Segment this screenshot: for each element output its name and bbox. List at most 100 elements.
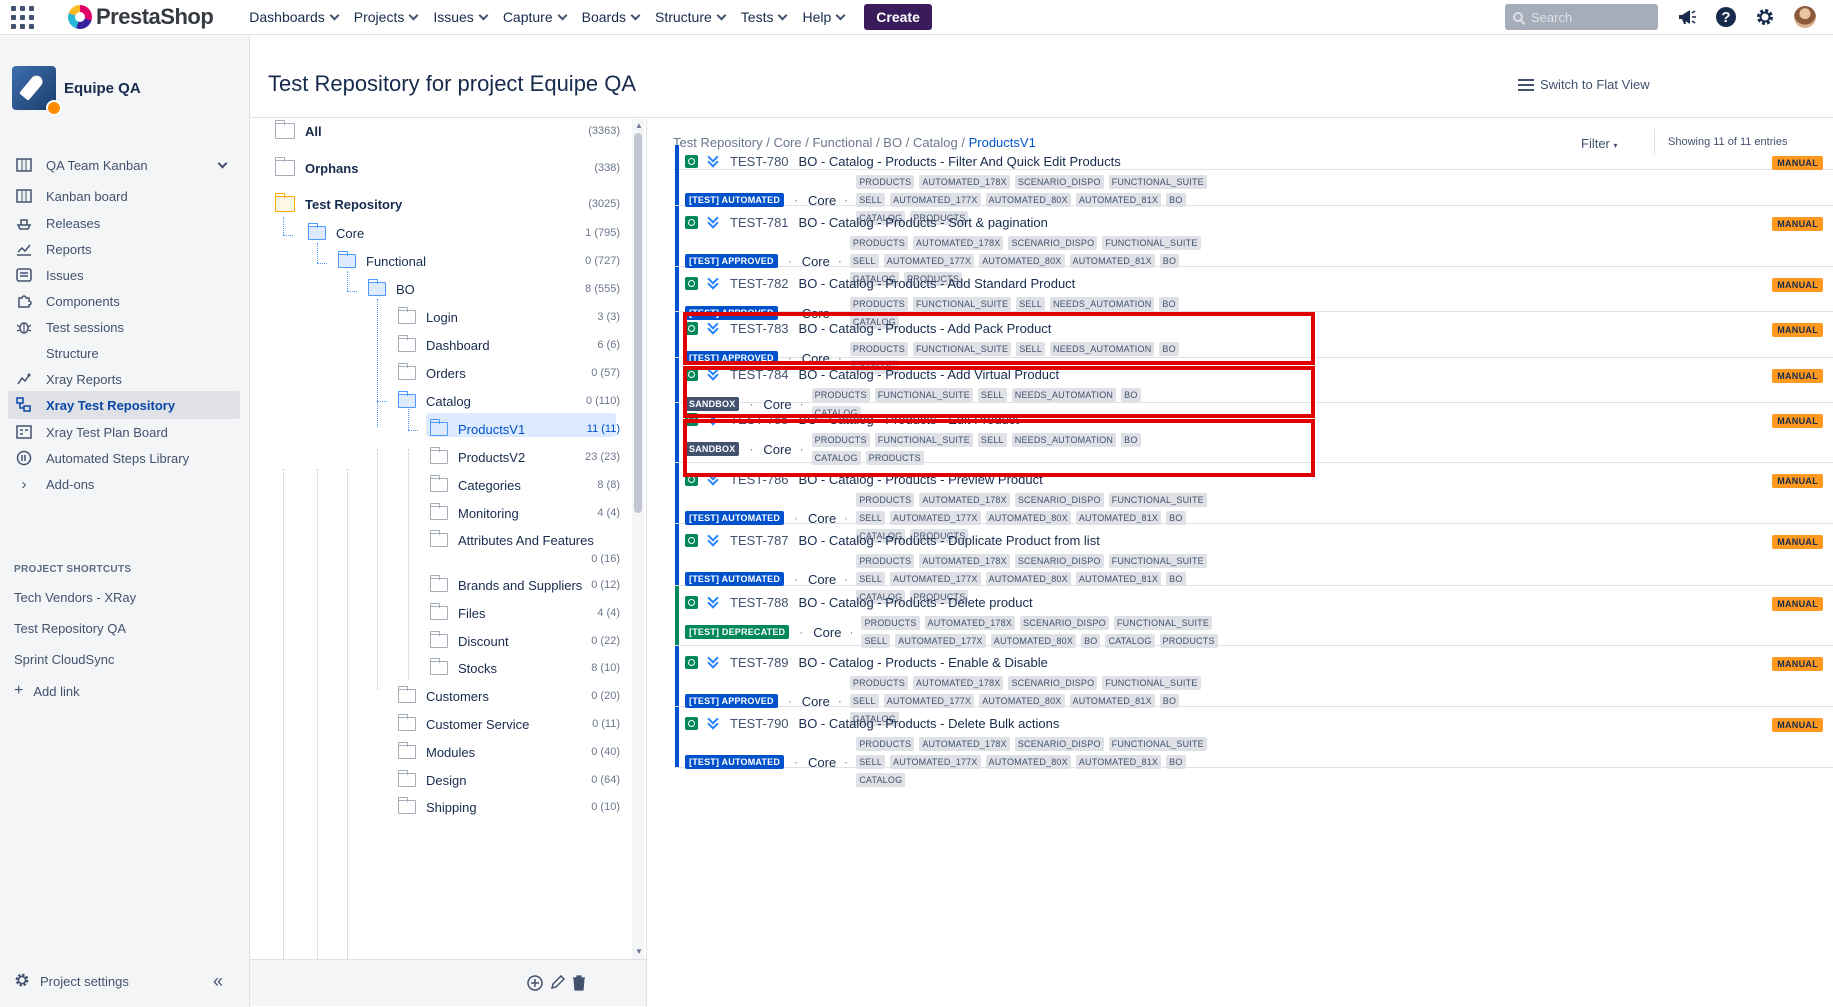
tree-folder-functional[interactable]: Functional: [337, 248, 426, 274]
sidebar-item-issues[interactable]: Issues: [8, 261, 240, 289]
tree-folder-shipping[interactable]: Shipping: [397, 794, 477, 820]
project-header[interactable]: Equipe QA: [12, 66, 141, 116]
tree-folder-productsv1[interactable]: ProductsV1: [429, 416, 525, 442]
label-tag[interactable]: PRODUCTS: [856, 493, 915, 507]
test-entry-row[interactable]: TEST-789 BO - Catalog - Products - Enable…: [675, 646, 1833, 726]
switch-to-flat-view-button[interactable]: Switch to Flat View: [1518, 77, 1650, 92]
megaphone-icon[interactable]: [1675, 5, 1699, 29]
menu-projects[interactable]: Projects: [354, 9, 419, 25]
label-tag[interactable]: PRODUCTS: [856, 737, 915, 751]
sidebar-item-kanban-board[interactable]: Kanban board: [8, 182, 240, 210]
label-tag[interactable]: BO: [1166, 572, 1186, 586]
label-tag[interactable]: AUTOMATED_177X: [890, 511, 981, 525]
test-entry-row[interactable]: TEST-790 BO - Catalog - Products - Delete…: [675, 707, 1833, 787]
sidebar-item-automated-steps-library[interactable]: Automated Steps Library: [8, 444, 240, 472]
label-tag[interactable]: SELL: [856, 755, 886, 769]
test-key[interactable]: TEST-789: [730, 655, 789, 670]
label-tag[interactable]: SCENARIO_DISPO: [1014, 737, 1104, 751]
label-tag[interactable]: AUTOMATED_81X: [1075, 193, 1162, 207]
edit-pencil-icon[interactable]: [548, 974, 566, 992]
label-tag[interactable]: SELL: [849, 694, 879, 708]
label-tag[interactable]: NEEDS_AUTOMATION: [1050, 297, 1155, 311]
sidebar-item-qa-team-kanban[interactable]: QA Team Kanban: [8, 151, 240, 179]
label-tag[interactable]: FUNCTIONAL_SUITE: [1108, 737, 1207, 751]
label-tag[interactable]: PRODUCTS: [849, 236, 908, 250]
sidebar-item-components[interactable]: Components: [8, 287, 240, 315]
label-tag[interactable]: AUTOMATED_177X: [890, 193, 981, 207]
label-tag[interactable]: SCENARIO_DISPO: [1014, 554, 1104, 568]
sidebar-item-structure[interactable]: Structure: [8, 339, 240, 367]
test-key[interactable]: TEST-788: [730, 595, 789, 610]
label-tag[interactable]: AUTOMATED_178X: [919, 175, 1010, 189]
sidebar-item-add-ons[interactable]: › Add-ons: [8, 470, 240, 498]
label-tag[interactable]: FUNCTIONAL_SUITE: [1102, 676, 1201, 690]
shortcut-link[interactable]: Tech Vendors - XRay: [14, 590, 136, 605]
label-tag[interactable]: SCENARIO_DISPO: [1008, 676, 1098, 690]
settings-gear-icon[interactable]: [1753, 5, 1777, 29]
tree-folder-orphans[interactable]: Orphans: [274, 155, 358, 181]
tree-folder-stocks[interactable]: Stocks: [429, 655, 497, 681]
tree-folder-test-repository[interactable]: Test Repository: [274, 191, 402, 217]
create-button[interactable]: Create: [864, 4, 932, 30]
label-tag[interactable]: AUTOMATED_80X: [985, 572, 1071, 586]
tree-folder-modules[interactable]: Modules: [397, 739, 475, 765]
component-name[interactable]: Core: [813, 625, 841, 640]
test-summary[interactable]: BO - Catalog - Products - Delete Bulk ac…: [799, 716, 1060, 731]
label-tag[interactable]: AUTOMATED_81X: [1075, 755, 1162, 769]
label-tag[interactable]: BO: [1166, 193, 1186, 207]
menu-tests[interactable]: Tests: [741, 9, 788, 25]
label-tag[interactable]: AUTOMATED_178X: [919, 737, 1010, 751]
test-entry-row[interactable]: TEST-788 BO - Catalog - Products - Delete…: [675, 586, 1833, 648]
test-entry-row[interactable]: TEST-787 BO - Catalog - Products - Duplic…: [675, 524, 1833, 604]
label-tag[interactable]: AUTOMATED_81X: [1069, 694, 1155, 708]
tree-folder-core[interactable]: Core: [307, 220, 364, 246]
test-summary[interactable]: BO - Catalog - Products - Filter And Qui…: [799, 154, 1121, 169]
label-tag[interactable]: FUNCTIONAL_SUITE: [1102, 236, 1201, 250]
sidebar-item-xray-test-repository[interactable]: Xray Test Repository: [8, 391, 240, 419]
prestashop-logo[interactable]: PrestaShop: [68, 0, 214, 35]
label-tag[interactable]: BO: [1159, 297, 1179, 311]
label-tag[interactable]: FUNCTIONAL_SUITE: [912, 297, 1012, 311]
label-tag[interactable]: SCENARIO_DISPO: [1008, 236, 1098, 250]
test-summary[interactable]: BO - Catalog - Products - Add Standard P…: [799, 276, 1076, 291]
test-key[interactable]: TEST-780: [730, 154, 789, 169]
label-tag[interactable]: AUTOMATED_80X: [985, 193, 1071, 207]
menu-help[interactable]: Help: [802, 9, 846, 25]
label-tag[interactable]: AUTOMATED_80X: [979, 254, 1065, 268]
search-box[interactable]: [1505, 4, 1658, 30]
tree-folder-files[interactable]: Files: [429, 600, 485, 626]
menu-boards[interactable]: Boards: [582, 9, 641, 25]
scroll-down-arrow-icon[interactable]: ▼: [635, 947, 643, 956]
label-tag[interactable]: FUNCTIONAL_SUITE: [1108, 175, 1207, 189]
label-tag[interactable]: AUTOMATED_80X: [985, 755, 1071, 769]
label-tag[interactable]: SCENARIO_DISPO: [1020, 616, 1109, 630]
menu-structure[interactable]: Structure: [655, 9, 727, 25]
tree-folder-monitoring[interactable]: Monitoring: [429, 500, 519, 526]
app-switcher-icon[interactable]: [11, 5, 35, 29]
label-tag[interactable]: AUTOMATED_178X: [924, 616, 1016, 630]
sidebar-item-xray-reports[interactable]: Xray Reports: [8, 365, 240, 393]
sidebar-item-xray-test-plan-board[interactable]: Xray Test Plan Board: [8, 418, 240, 446]
label-tag[interactable]: AUTOMATED_178X: [912, 676, 1004, 690]
test-key[interactable]: TEST-787: [730, 533, 789, 548]
search-input[interactable]: [1531, 9, 1641, 25]
label-tag[interactable]: BO: [1166, 511, 1186, 525]
tree-folder-discount[interactable]: Discount: [429, 628, 509, 654]
label-tag[interactable]: SCENARIO_DISPO: [1014, 493, 1104, 507]
label-tag[interactable]: SELL: [849, 254, 879, 268]
label-tag[interactable]: AUTOMATED_80X: [985, 511, 1071, 525]
label-tag[interactable]: AUTOMATED_177X: [883, 254, 975, 268]
test-key[interactable]: TEST-781: [730, 215, 789, 230]
trash-icon[interactable]: [570, 974, 588, 992]
test-summary[interactable]: BO - Catalog - Products - Sort & paginat…: [799, 215, 1048, 230]
tree-folder-attributes-and-features[interactable]: Attributes And Features: [429, 527, 594, 553]
menu-capture[interactable]: Capture: [503, 9, 568, 25]
collapse-sidebar-icon[interactable]: «: [213, 971, 223, 992]
label-tag[interactable]: PRODUCTS: [849, 676, 908, 690]
add-link-button[interactable]: + Add link: [14, 682, 80, 700]
test-key[interactable]: TEST-782: [730, 276, 789, 291]
shortcut-link[interactable]: Test Repository QA: [14, 621, 126, 636]
test-key[interactable]: TEST-790: [730, 716, 789, 731]
shortcut-link[interactable]: Sprint CloudSync: [14, 652, 114, 667]
tree-folder-orders[interactable]: Orders: [397, 360, 466, 386]
